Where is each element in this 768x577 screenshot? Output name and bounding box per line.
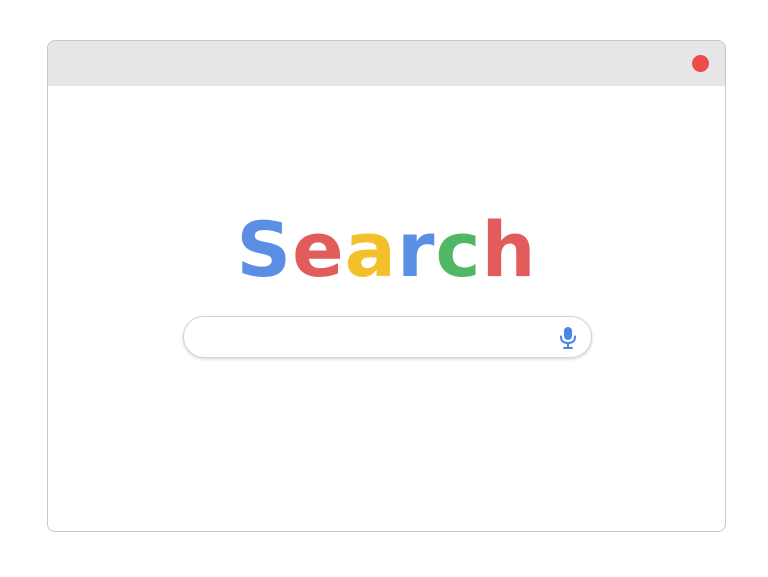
microphone-icon[interactable] [559,326,577,350]
logo-letter: h [481,205,537,294]
logo-letter: a [344,205,397,294]
logo-letter: S [236,205,293,294]
search-box[interactable] [183,316,592,359]
logo-letter: r [396,205,436,294]
search-logo: Search [48,206,725,294]
close-button[interactable] [692,55,709,72]
logo-letter: c [435,205,482,294]
browser-window: Search [47,40,726,532]
search-input[interactable] [200,317,544,359]
title-bar [48,41,725,86]
logo-letter: e [292,205,345,294]
